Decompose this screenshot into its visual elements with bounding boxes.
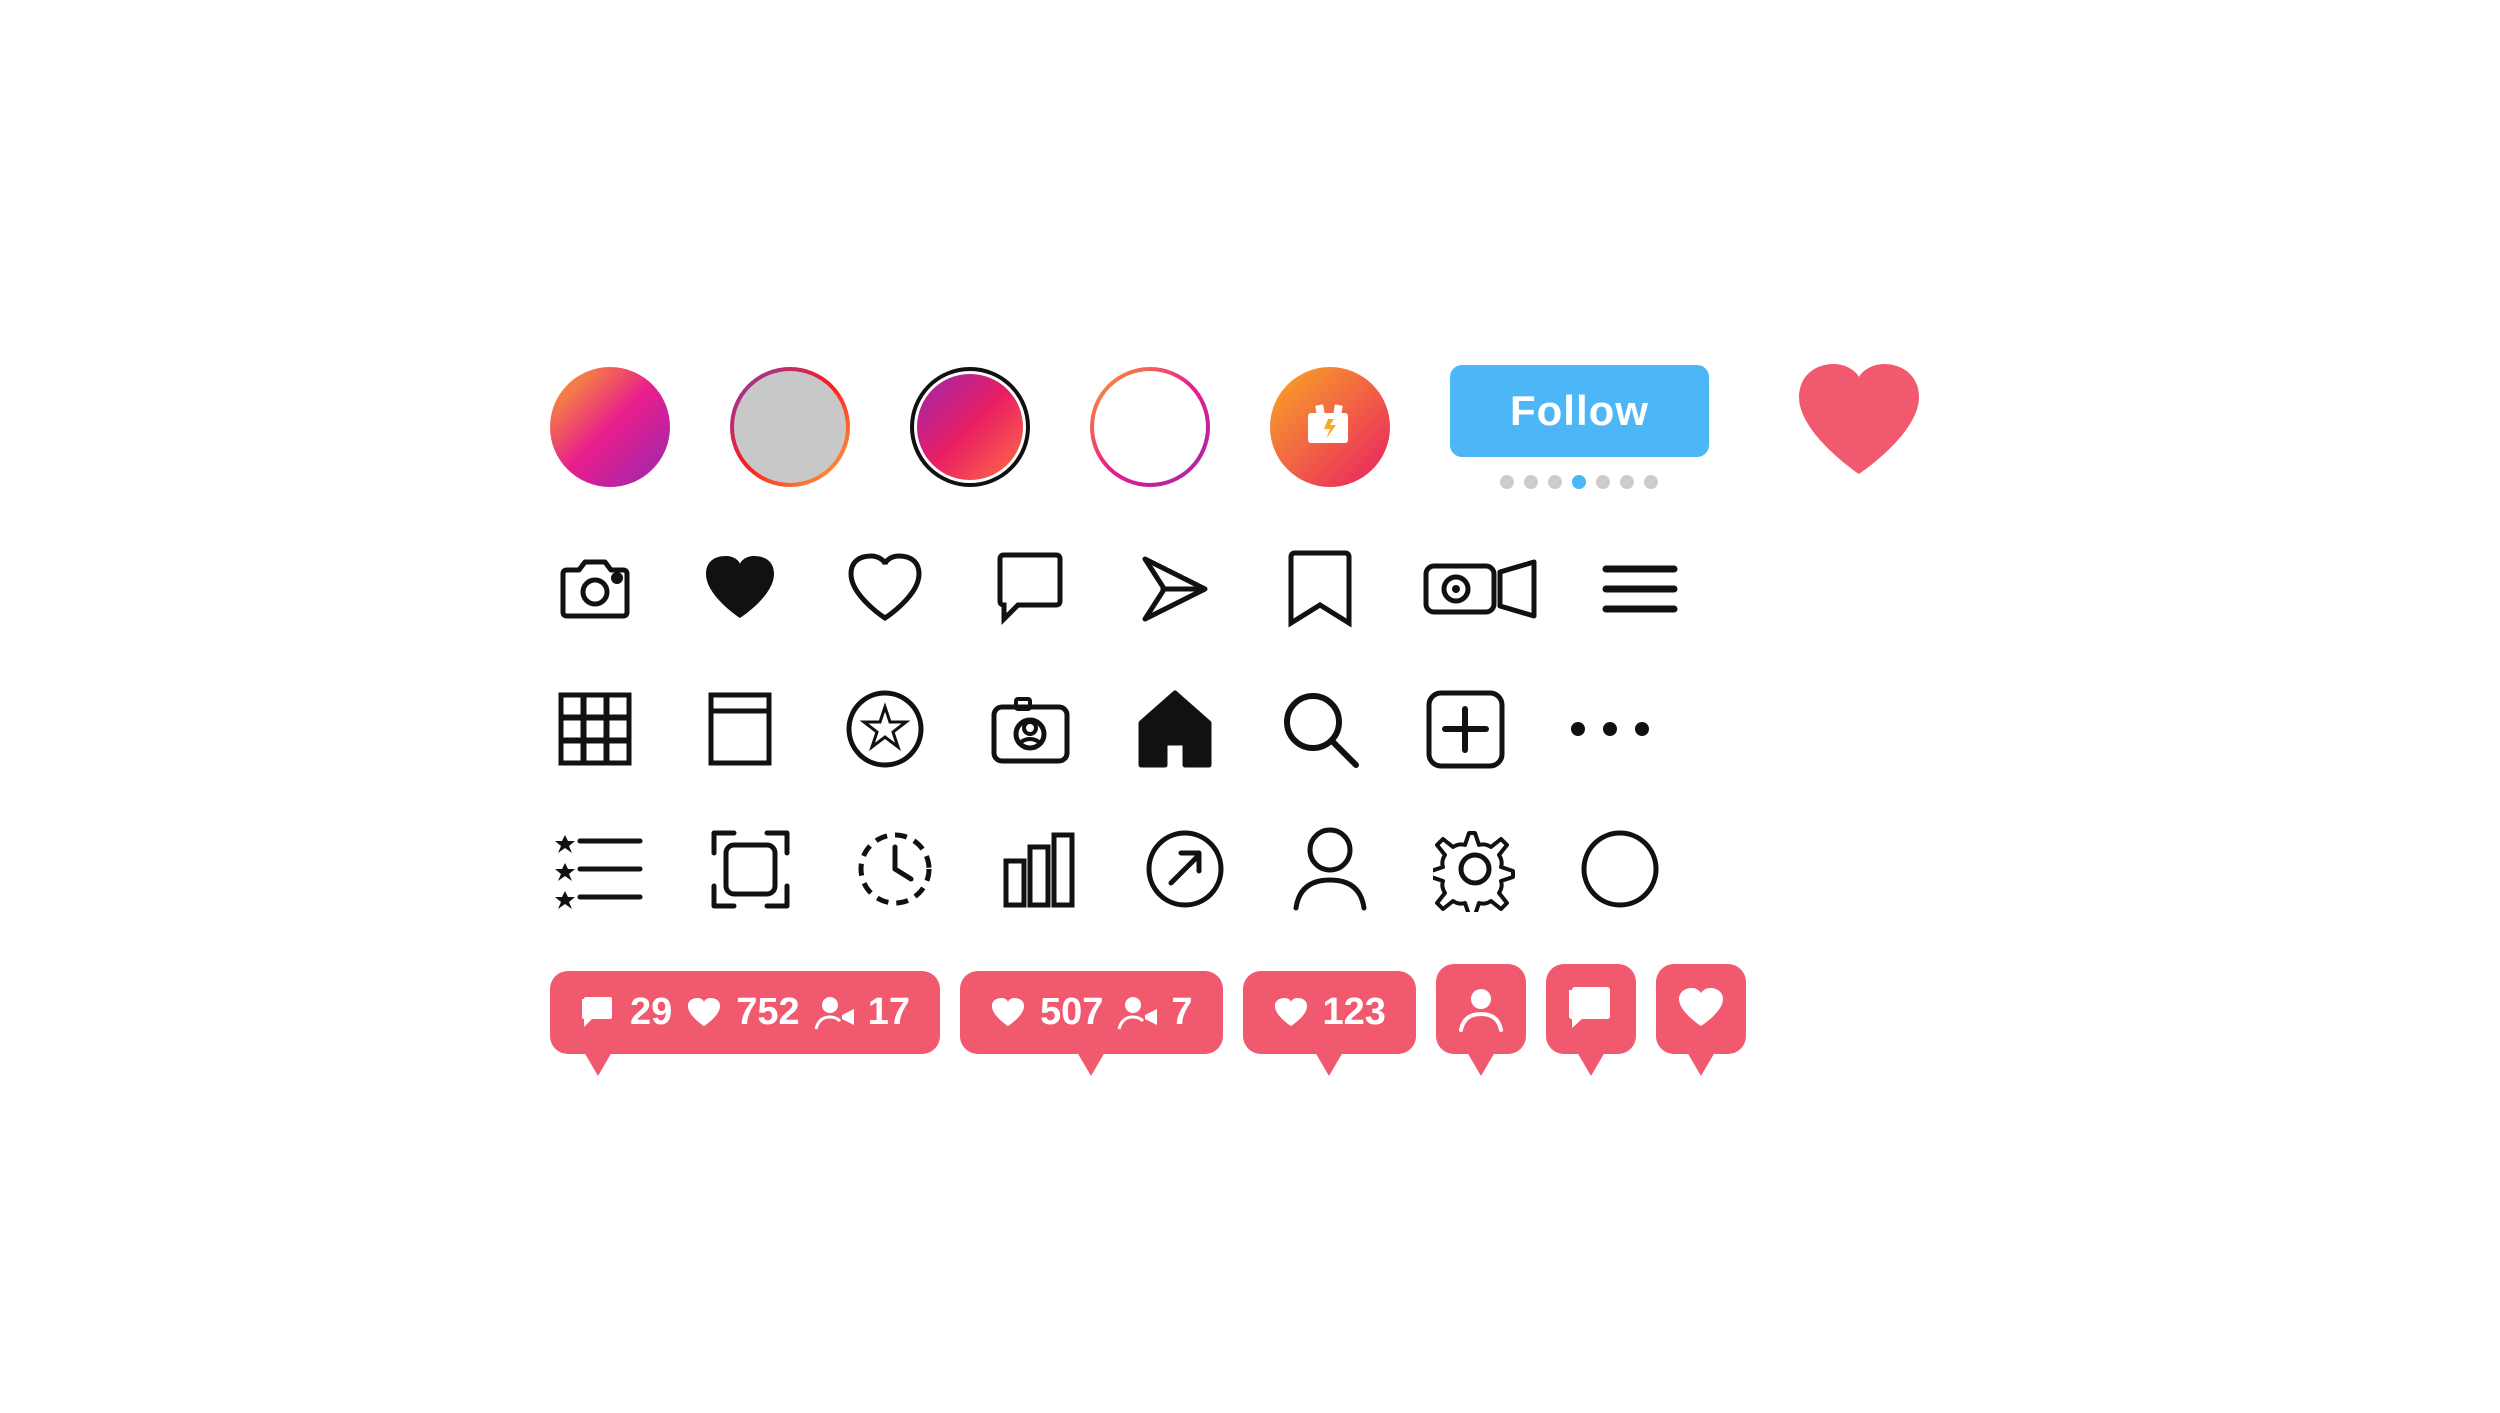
comment-icon[interactable]: [985, 544, 1075, 634]
story-row: Follow: [550, 359, 1950, 494]
badge-heart-icon-2: [990, 996, 1026, 1030]
badge-comment-count: 29: [630, 991, 672, 1034]
arrow-circle-icon[interactable]: [1140, 824, 1230, 914]
badge-comment-only-icon: [1566, 984, 1616, 1034]
menu-icon[interactable]: [1595, 544, 1685, 634]
heart-outline-icon[interactable]: [840, 544, 930, 634]
bar-chart-icon[interactable]: [995, 824, 1085, 914]
follow-button[interactable]: Follow: [1450, 365, 1709, 457]
badge-heart-count-badge: 123: [1243, 971, 1416, 1054]
star-circle-icon[interactable]: [840, 684, 930, 774]
story-circle-1[interactable]: [550, 367, 670, 487]
dot-5[interactable]: [1596, 475, 1610, 489]
igtv-icon: [1298, 395, 1362, 459]
badge-combined-2: 507 7: [960, 971, 1223, 1054]
plus-square-icon[interactable]: [1420, 684, 1510, 774]
dot-4[interactable]: [1572, 475, 1586, 489]
icons-row-4: [550, 824, 1950, 914]
icons-row-2: [550, 544, 1950, 634]
screenshot-icon[interactable]: [705, 824, 795, 914]
more-icon[interactable]: [1565, 684, 1655, 774]
badge-heart-icon-1: [686, 996, 722, 1030]
star-list-icon[interactable]: [550, 824, 650, 914]
story-circle-igtv[interactable]: [1270, 367, 1390, 487]
square-post-icon[interactable]: [695, 684, 785, 774]
badge-heart-count-2: 507: [1040, 991, 1103, 1034]
story-circle-3[interactable]: [910, 367, 1030, 487]
grid-icon[interactable]: [550, 684, 640, 774]
badge-heart-count-1: 752: [736, 991, 799, 1034]
dot-1[interactable]: [1500, 475, 1514, 489]
badge-follower-icon-2: [1117, 995, 1157, 1031]
video-camera-icon[interactable]: [1420, 544, 1540, 634]
badge-follower-count-2: 7: [1171, 991, 1192, 1034]
circle-radio-icon[interactable]: [1575, 824, 1665, 914]
badge-follower-icon-1: [814, 995, 854, 1031]
search-icon[interactable]: [1275, 684, 1365, 774]
big-heart-icon[interactable]: [1789, 359, 1929, 494]
send-icon[interactable]: [1130, 544, 1220, 634]
badge-person-icon: [1456, 984, 1506, 1034]
icons-row-3: [550, 684, 1950, 774]
dot-2[interactable]: [1524, 475, 1538, 489]
person-camera-icon[interactable]: [985, 684, 1075, 774]
dot-3[interactable]: [1548, 475, 1562, 489]
badge-heart-only-icon: [1676, 986, 1726, 1032]
badge-heart-only: [1656, 964, 1746, 1054]
home-icon[interactable]: [1130, 684, 1220, 774]
main-container: Follow: [550, 359, 1950, 1054]
bookmark-icon[interactable]: [1275, 544, 1365, 634]
story-circle-4[interactable]: [1090, 367, 1210, 487]
badge-heart-count-3: 123: [1323, 991, 1386, 1034]
person-icon[interactable]: [1285, 824, 1375, 914]
badges-row: 29 752 17 507: [550, 964, 1950, 1054]
badge-follower-count-1: 17: [868, 991, 910, 1034]
clock-dash-icon[interactable]: [850, 824, 940, 914]
gear-icon[interactable]: [1430, 824, 1520, 914]
heart-filled-icon[interactable]: [695, 544, 785, 634]
badge-heart-icon-3: [1273, 996, 1309, 1030]
camera-icon[interactable]: [550, 544, 640, 634]
dot-6[interactable]: [1620, 475, 1634, 489]
badge-comment-icon: [580, 995, 616, 1031]
badge-person-only: [1436, 964, 1526, 1054]
badge-combined-1: 29 752 17: [550, 971, 940, 1054]
dot-7[interactable]: [1644, 475, 1658, 489]
story-circle-2[interactable]: [730, 367, 850, 487]
badge-comment-only: [1546, 964, 1636, 1054]
pagination-dots: [1500, 475, 1658, 489]
